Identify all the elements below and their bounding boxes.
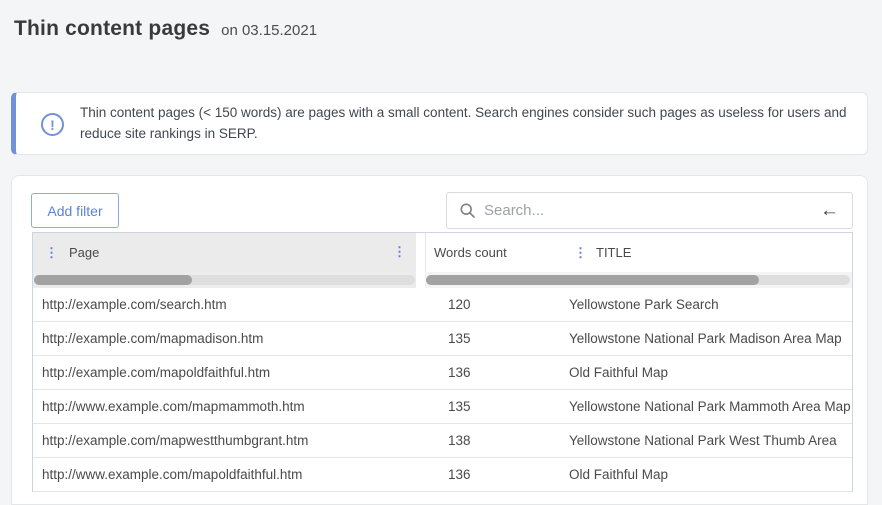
cell-title: Old Faithful Map — [569, 458, 852, 491]
table-row[interactable]: http://example.com/mapoldfaithful.htm 13… — [33, 356, 852, 390]
search-icon — [460, 203, 475, 218]
report-date: on 03.15.2021 — [221, 22, 317, 39]
cell-words-count: 136 — [426, 356, 569, 389]
column-header-words-count[interactable]: Words count — [434, 245, 574, 260]
cell-page-url: http://example.com/mapoldfaithful.htm — [33, 356, 426, 389]
search-input[interactable] — [484, 202, 820, 219]
cell-words-count: 136 — [426, 458, 569, 491]
scrollbar-strip — [33, 272, 852, 288]
page-header: Thin content pages on 03.15.2021 — [14, 17, 317, 41]
cell-title: Yellowstone National Park Mammoth Area M… — [569, 390, 852, 423]
column-header-page[interactable]: ⋮ Page ⋮ — [33, 233, 416, 272]
cell-page-url: http://example.com/mapwestthumbgrant.htm — [33, 424, 426, 457]
table-row[interactable]: http://example.com/search.htm 120 Yellow… — [33, 288, 852, 322]
table-row[interactable]: http://www.example.com/mapoldfaithful.ht… — [33, 458, 852, 492]
cell-words-count: 135 — [426, 390, 569, 423]
horizontal-scrollbar-left — [33, 272, 416, 288]
cell-title: Old Faithful Map — [569, 356, 852, 389]
table-header-right-pane: Words count ⋮ TITLE — [425, 233, 852, 272]
column-header-title[interactable]: TITLE — [596, 245, 631, 260]
page-title: Thin content pages — [14, 17, 210, 41]
table-body: http://example.com/search.htm 120 Yellow… — [33, 288, 852, 492]
table-header-row: ⋮ Page ⋮ Words count ⋮ TITLE — [33, 233, 852, 272]
thin-pages-table: ⋮ Page ⋮ Words count ⋮ TITLE — [32, 232, 853, 492]
info-banner-text: Thin content pages (< 150 words) are pag… — [80, 103, 862, 145]
scrollbar-track[interactable] — [34, 275, 415, 285]
cell-page-url: http://www.example.com/mapmammoth.htm — [33, 390, 426, 423]
info-icon: ! — [41, 113, 64, 136]
scrollbar-thumb[interactable] — [34, 275, 192, 285]
cell-page-url: http://example.com/search.htm — [33, 288, 426, 321]
column-handle-icon[interactable]: ⋮ — [574, 246, 587, 259]
column-handle-icon[interactable]: ⋮ — [393, 245, 406, 258]
search-box[interactable]: ← — [446, 192, 853, 229]
column-header-page-label: Page — [69, 245, 99, 260]
horizontal-scrollbar-right — [425, 272, 852, 288]
cell-words-count: 120 — [426, 288, 569, 321]
cell-title: Yellowstone National Park West Thumb Are… — [569, 424, 852, 457]
cell-page-url: http://example.com/mapmadison.htm — [33, 322, 426, 355]
cell-words-count: 138 — [426, 424, 569, 457]
table-row[interactable]: http://example.com/mapwestthumbgrant.htm… — [33, 424, 852, 458]
content-card: Add filter ← ⋮ Page ⋮ Words count ⋮ — [11, 175, 868, 505]
add-filter-button[interactable]: Add filter — [31, 193, 119, 228]
scrollbar-thumb[interactable] — [426, 275, 759, 285]
info-banner: ! Thin content pages (< 150 words) are p… — [11, 92, 868, 155]
cell-words-count: 135 — [426, 322, 569, 355]
table-row[interactable]: http://example.com/mapmadison.htm 135 Ye… — [33, 322, 852, 356]
cell-title: Yellowstone National Park Madison Area M… — [569, 322, 852, 355]
cell-title: Yellowstone Park Search — [569, 288, 852, 321]
cell-page-url: http://www.example.com/mapoldfaithful.ht… — [33, 458, 426, 491]
table-row[interactable]: http://www.example.com/mapmammoth.htm 13… — [33, 390, 852, 424]
thin-content-pages-screen: Thin content pages on 03.15.2021 ! Thin … — [0, 0, 882, 501]
scrollbar-track[interactable] — [426, 275, 850, 285]
enter-arrow-icon: ← — [820, 201, 839, 220]
column-handle-icon[interactable]: ⋮ — [45, 246, 58, 259]
